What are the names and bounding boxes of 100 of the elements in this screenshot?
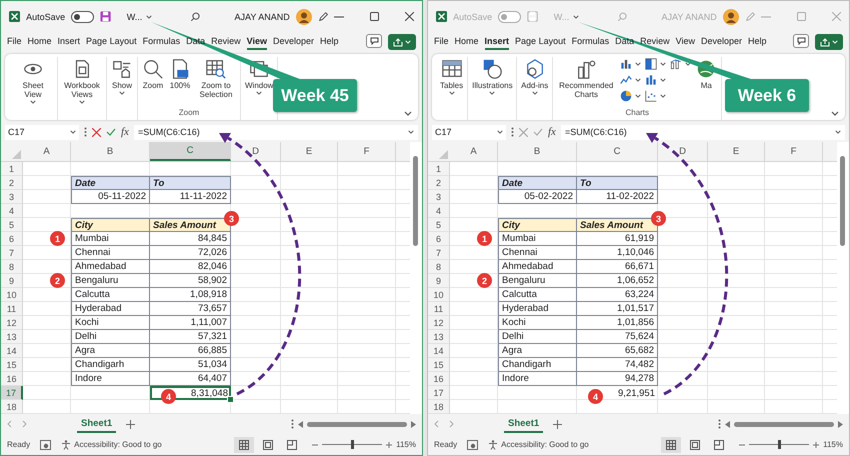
row-header[interactable]: 18 [1, 400, 23, 414]
treemap-icon [644, 57, 658, 71]
ribbon-button[interactable]: Illustrations [471, 57, 514, 120]
add-sheet-icon[interactable] [126, 420, 136, 428]
formula-field[interactable]: =SUM(C6:C16) [134, 124, 418, 140]
ribbon-button[interactable]: Workbook Views [61, 57, 103, 120]
accessibility-icon[interactable] [61, 440, 72, 450]
enter-icon[interactable] [106, 128, 116, 136]
file-name[interactable]: W... [126, 12, 142, 22]
column-header[interactable]: D [231, 142, 281, 161]
chart-type-button[interactable] [619, 57, 642, 71]
name-box[interactable]: C17 [5, 124, 79, 140]
collapse-icon[interactable] [404, 111, 412, 116]
row-header[interactable]: 6 [1, 232, 23, 246]
insert-function-button[interactable]: fx [121, 126, 129, 138]
ribbon-button[interactable]: Add-ins [520, 57, 550, 120]
row-header[interactable]: 11 [1, 302, 23, 316]
ribbon-tab[interactable]: Formulas [142, 34, 180, 50]
ribbon-tab[interactable]: Home [28, 34, 52, 50]
caret-icon [119, 91, 125, 96]
save-icon[interactable] [100, 10, 111, 23]
chart-type-button[interactable] [619, 89, 642, 103]
cancel-icon[interactable] [92, 128, 101, 136]
caret-icon [30, 100, 36, 104]
chart-type-button[interactable] [619, 73, 642, 87]
accessibility-status[interactable]: Accessibility: Good to go [74, 440, 162, 449]
row-header[interactable]: 1 [1, 162, 23, 176]
caret-icon [685, 62, 692, 66]
comments-button[interactable] [366, 34, 382, 48]
ribbon-tab[interactable]: Review [211, 34, 241, 50]
table-cell: Bengaluru [71, 274, 150, 288]
caret-icon [660, 94, 666, 98]
row-header[interactable]: 9 [1, 274, 23, 288]
pen-icon[interactable] [318, 10, 328, 22]
ribbon-button[interactable]: Zoom to Selection [195, 57, 237, 108]
row-header[interactable]: 7 [1, 246, 23, 260]
ribbon-button[interactable]: Recommended Charts [556, 57, 616, 108]
row-header[interactable]: 15 [1, 358, 23, 372]
vertical-scrollbar[interactable] [410, 142, 422, 414]
table-cell: Indore [71, 372, 150, 386]
ribbon-tab[interactable]: Help [320, 34, 339, 50]
ribbon-tab[interactable]: View [246, 34, 267, 50]
horizontal-scrollbar[interactable] [307, 422, 407, 426]
row-header[interactable]: 14 [1, 344, 23, 358]
column-header[interactable]: A [23, 142, 71, 161]
table-cell: Mumbai [498, 232, 577, 246]
row-header[interactable]: 13 [1, 330, 23, 344]
row-header[interactable]: 5 [1, 218, 23, 232]
minimize-icon[interactable] [334, 16, 344, 18]
search-icon[interactable] [190, 10, 201, 22]
chart-type-button[interactable] [669, 57, 692, 71]
scroll-right-icon[interactable] [411, 420, 416, 428]
column-header[interactable]: E [281, 142, 338, 161]
row-header[interactable]: 16 [1, 372, 23, 386]
maximize-icon[interactable] [370, 12, 379, 21]
row-header[interactable]: 2 [1, 176, 23, 190]
number-badge: 2 [50, 273, 65, 288]
caret-icon [70, 130, 76, 134]
row-header[interactable]: 10 [1, 288, 23, 302]
table-cell: Date [498, 176, 577, 190]
zoom-in-icon[interactable] [386, 442, 392, 448]
row-header[interactable]: 12 [1, 316, 23, 330]
more-icon[interactable] [84, 127, 87, 137]
ribbon-button[interactable]: Tables [439, 57, 464, 120]
row-header[interactable]: 8 [1, 260, 23, 274]
ribbon-tab[interactable]: Page Layout [86, 34, 137, 50]
chart-type-button[interactable] [644, 73, 666, 87]
column-header[interactable]: F [338, 142, 396, 161]
chart-type-button[interactable] [644, 89, 666, 103]
ribbon-button[interactable]: Zoom [141, 57, 165, 108]
table-cell: 05-02-2022 [498, 190, 577, 204]
ribbon-button[interactable]: Sheet View [12, 57, 54, 120]
ribbon-button[interactable]: 100% [168, 57, 192, 108]
ribbon-tab[interactable]: Developer [273, 34, 314, 50]
chart-type-button[interactable] [644, 57, 666, 71]
page-icon [690, 440, 700, 450]
autosave-toggle[interactable] [71, 10, 94, 22]
ribbon-tab[interactable]: Insert [58, 34, 80, 50]
number-badge: 1 [50, 231, 65, 246]
row-header[interactable]: 3 [1, 190, 23, 204]
ribbon-tab[interactable]: File [7, 34, 22, 50]
close-icon[interactable] [405, 12, 414, 21]
slider-thumb[interactable] [351, 440, 354, 449]
view-button[interactable] [234, 436, 254, 452]
row-header[interactable]: 4 [1, 204, 23, 218]
zoom-level[interactable]: 115% [396, 440, 416, 449]
scroll-left-icon[interactable] [298, 420, 303, 428]
caret-icon [832, 40, 838, 44]
row-header[interactable]: 17 [1, 386, 23, 400]
column-header[interactable]: C [150, 142, 231, 161]
table-cell: Chennai [71, 246, 150, 260]
shapes-icon [481, 58, 504, 80]
sheet-tab[interactable]: Sheet1 [77, 416, 116, 432]
table-cell: Ahmedabad [71, 260, 150, 274]
ribbon-button[interactable]: Show [110, 57, 134, 120]
avatar-icon[interactable] [296, 8, 312, 24]
macro-record-icon[interactable] [40, 440, 52, 450]
excel-logo-icon [9, 10, 20, 23]
more-icon[interactable] [291, 419, 294, 429]
share-button[interactable] [388, 34, 416, 50]
